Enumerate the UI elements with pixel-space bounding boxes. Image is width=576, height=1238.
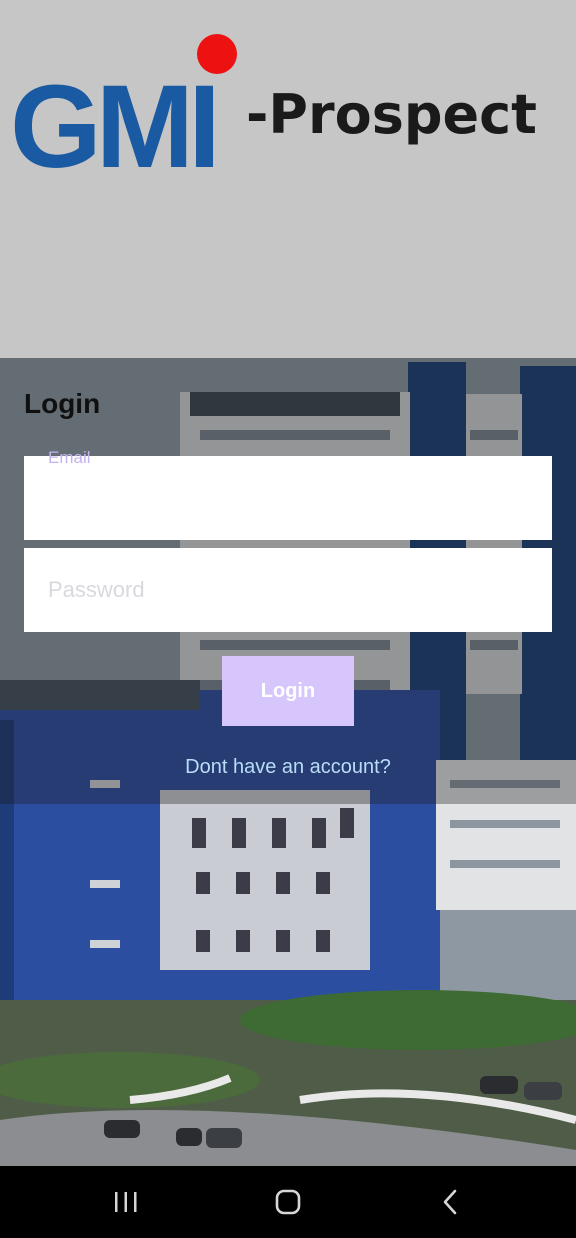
home-button[interactable] (258, 1180, 318, 1224)
recent-apps-icon (115, 1192, 137, 1212)
logo-header: GMI -Prospect (0, 0, 576, 358)
logo-gmi-text: GMI (10, 61, 221, 193)
back-button[interactable] (420, 1180, 480, 1224)
recent-apps-button[interactable] (96, 1180, 156, 1224)
system-navigation-bar (0, 1166, 576, 1238)
email-field[interactable] (24, 456, 552, 540)
password-field[interactable] (24, 548, 552, 632)
gmi-prospect-logo: GMI -Prospect (10, 30, 570, 186)
login-title: Login (24, 388, 101, 419)
email-field-label: Email (48, 448, 91, 467)
logo-red-dot (197, 34, 237, 74)
back-icon (443, 1189, 457, 1215)
login-button[interactable]: Login (222, 656, 354, 726)
home-icon (275, 1189, 301, 1215)
logo-prospect-text: -Prospect (246, 83, 537, 146)
signup-link[interactable]: Dont have an account? (0, 756, 576, 779)
